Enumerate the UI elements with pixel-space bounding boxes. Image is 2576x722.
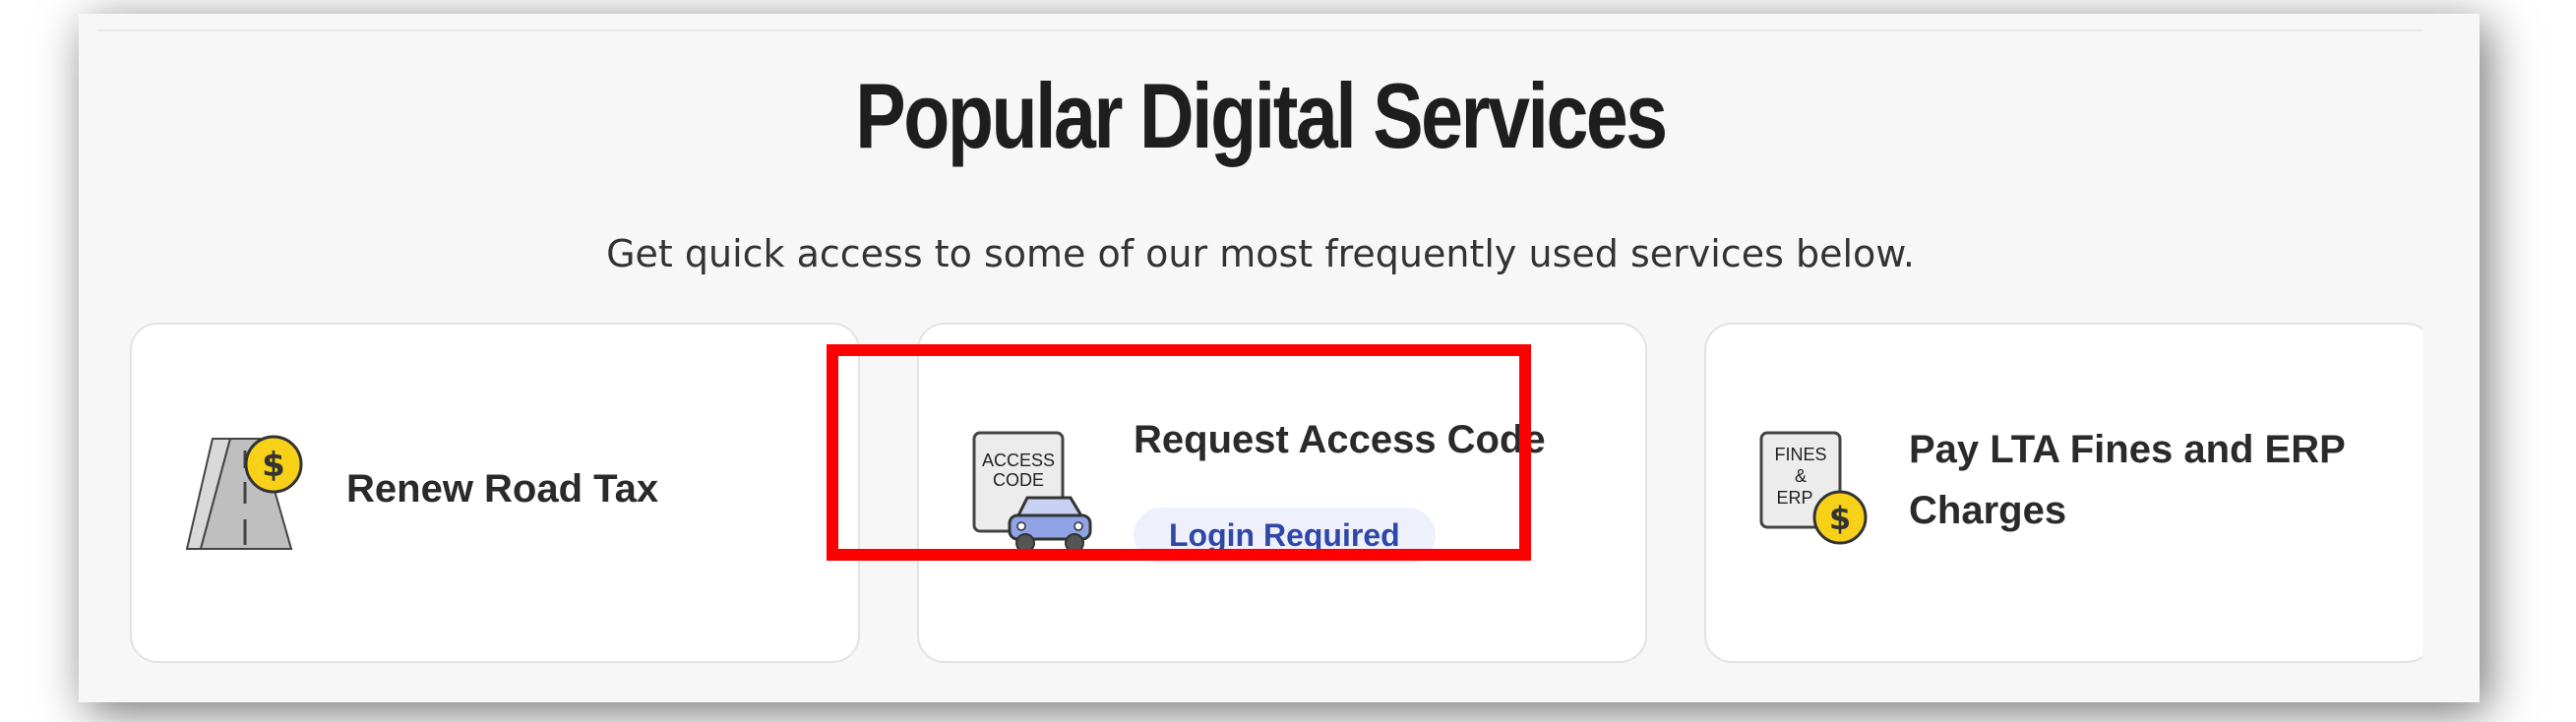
section-title: Popular Digital Services: [855, 64, 1668, 167]
service-card-pay-fines-erp[interactable]: FINES & ERP $ Pay LTA Fines and ERP Char…: [1704, 323, 2423, 663]
login-required-badge: Login Required: [1134, 508, 1436, 564]
svg-text:&: &: [1795, 466, 1807, 486]
access-code-icon-text: ACCESS: [982, 451, 1055, 470]
svg-text:FINES: FINES: [1774, 445, 1826, 464]
fines-erp-icon: FINES & ERP $: [1755, 427, 1883, 555]
svg-text:ERP: ERP: [1776, 488, 1812, 508]
svg-text:CODE: CODE: [993, 470, 1044, 490]
section-subtitle: Get quick access to some of our most fre…: [606, 232, 1915, 275]
card-label-line-1: Pay LTA Fines and ERP: [1909, 428, 2346, 471]
road-tax-icon: $: [183, 429, 311, 557]
service-card-renew-road-tax[interactable]: $ Renew Road Tax: [130, 323, 860, 663]
card-label-pay-fines-erp: Pay LTA Fines and ERP Charges: [1909, 419, 2346, 541]
card-label-line-2: Charges: [1909, 489, 2067, 532]
svg-text:$: $: [262, 446, 285, 485]
card-label-renew-road-tax: Renew Road Tax: [346, 467, 659, 511]
card-label-request-access-code: Request Access Code: [1134, 418, 1546, 461]
popular-services-section: Popular Digital Services Get quick acces…: [98, 30, 2423, 689]
svg-text:$: $: [1829, 500, 1851, 537]
access-code-car-icon: ACCESS CODE: [968, 427, 1096, 555]
service-card-request-access-code[interactable]: ACCESS CODE Request Access Code Login Re…: [917, 323, 1647, 663]
